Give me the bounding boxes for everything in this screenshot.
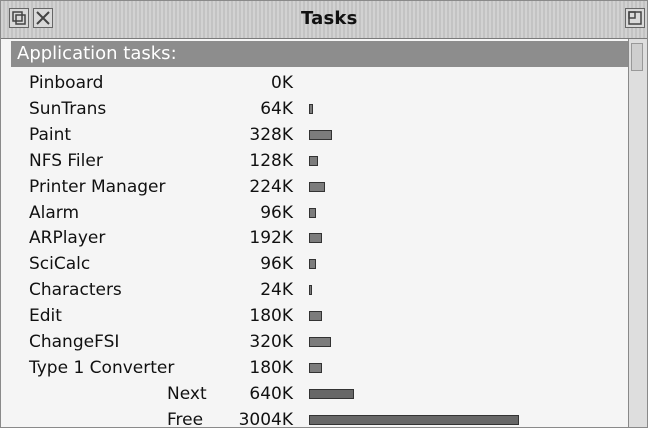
- summary-memory: 3004K: [238, 409, 293, 427]
- task-name: Paint: [29, 124, 72, 145]
- summary-memory-bar[interactable]: [309, 388, 354, 399]
- task-name: ChangeFSI: [29, 332, 120, 352]
- task-memory-bar: [309, 129, 332, 140]
- summary-label: Next: [167, 383, 207, 404]
- task-row[interactable]: Printer Manager 224K: [1, 175, 629, 199]
- task-row[interactable]: NFS Filer 128K: [1, 149, 629, 173]
- tasks-window: Tasks Application tasks: Pinboard 0K SunTr…: [0, 0, 648, 428]
- toggle-size-icon: [628, 11, 642, 25]
- task-memory-bar: [309, 337, 331, 347]
- task-memory-bar: [309, 259, 316, 270]
- summary-memory: 640K: [249, 383, 293, 404]
- task-memory: 96K: [260, 202, 293, 223]
- task-memory: 0K: [271, 73, 293, 93]
- task-memory: 64K: [260, 98, 293, 119]
- summary-memory-bar[interactable]: [309, 414, 519, 425]
- close-button[interactable]: [33, 8, 53, 28]
- task-memory: 224K: [249, 176, 293, 197]
- task-memory-bar: [309, 233, 322, 244]
- task-row[interactable]: Pinboard 0K: [1, 71, 629, 95]
- task-memory-bar: [309, 207, 316, 218]
- task-row[interactable]: Type 1 Converter 180K: [1, 356, 629, 380]
- task-memory: 328K: [249, 124, 293, 145]
- task-memory-bar: [309, 285, 312, 296]
- task-name: SunTrans: [29, 98, 107, 119]
- task-memory: 320K: [249, 332, 293, 352]
- close-icon: [36, 11, 50, 25]
- task-name: Edit: [29, 306, 62, 327]
- task-row[interactable]: Alarm 96K: [1, 201, 629, 225]
- task-name: Alarm: [29, 202, 80, 223]
- task-name: ARPlayer: [29, 228, 106, 249]
- task-row[interactable]: Characters 24K: [1, 278, 629, 302]
- task-name: NFS Filer: [29, 150, 103, 171]
- task-list-area: Application tasks: Pinboard 0K SunTrans 64K…: [1, 39, 629, 427]
- task-memory-bar: [309, 155, 318, 166]
- task-row[interactable]: ARPlayer 192K: [1, 226, 629, 250]
- window-title: Tasks: [301, 8, 358, 29]
- task-memory: 180K: [249, 306, 293, 327]
- task-memory-bar: [309, 103, 313, 114]
- task-name: SciCalc: [29, 254, 91, 275]
- summary-label: Free: [167, 409, 204, 427]
- task-memory: 24K: [260, 280, 293, 301]
- task-memory: 96K: [260, 254, 293, 275]
- task-memory-bar: [309, 181, 325, 192]
- task-row[interactable]: SciCalc 96K: [1, 252, 629, 276]
- vertical-scrollbar[interactable]: [628, 39, 647, 427]
- back-button[interactable]: [9, 8, 29, 28]
- back-icon: [12, 11, 26, 25]
- toggle-size-button[interactable]: [625, 8, 645, 28]
- task-memory-bar: [309, 311, 322, 322]
- task-memory: 180K: [249, 357, 293, 378]
- task-row[interactable]: Paint 328K: [1, 123, 629, 147]
- task-memory: 128K: [249, 150, 293, 171]
- task-row[interactable]: Edit 180K: [1, 304, 629, 328]
- scrollbar-thumb[interactable]: [631, 43, 643, 71]
- task-name: Pinboard: [29, 73, 104, 93]
- task-memory: 192K: [249, 228, 293, 249]
- summary-row-next: Next 640K: [1, 382, 629, 406]
- task-name: Type 1 Converter: [29, 357, 175, 378]
- task-row[interactable]: ChangeFSI 320K: [1, 330, 629, 354]
- task-name: Characters: [29, 280, 122, 301]
- task-row[interactable]: SunTrans 64K: [1, 97, 629, 121]
- title-bar[interactable]: Tasks: [1, 1, 647, 39]
- task-memory-bar: [309, 362, 322, 373]
- summary-row-free: Free 3004K: [1, 408, 629, 427]
- task-name: Printer Manager: [29, 176, 166, 197]
- application-tasks-header: Application tasks:: [11, 41, 629, 67]
